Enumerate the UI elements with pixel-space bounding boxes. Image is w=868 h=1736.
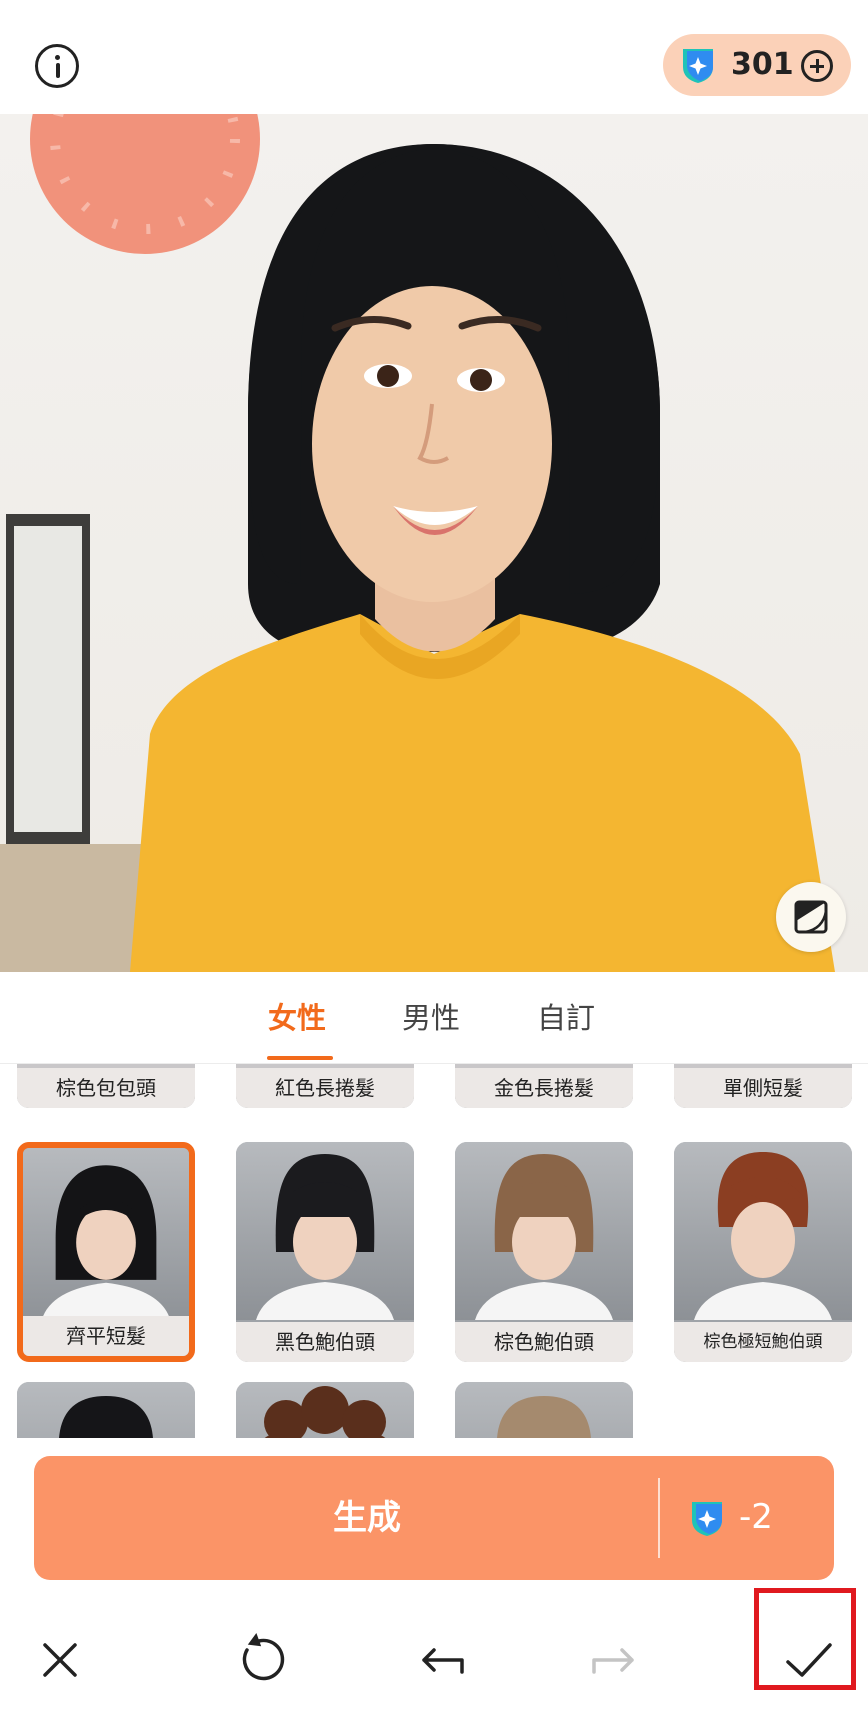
hairstyle-grid: 棕色包包頭 紅色長捲髮 金色長捲髮 單側短髮 齊平短髮 黑色鮑伯頭 棕色鮑伯頭 …: [0, 1064, 868, 1438]
hairstyle-label: 齊平短髮: [23, 1316, 189, 1356]
undo-icon[interactable]: [412, 1630, 472, 1690]
tab-male[interactable]: 男性: [402, 1000, 460, 1036]
tab-female[interactable]: 女性: [268, 1000, 326, 1036]
hairstyle-label: 單側短髮: [674, 1068, 852, 1108]
hairstyle-card[interactable]: 單側短髮: [674, 1064, 852, 1108]
plus-circle-icon[interactable]: [801, 50, 833, 82]
hairstyle-card[interactable]: [236, 1382, 414, 1438]
credits-pill[interactable]: 301: [663, 34, 851, 96]
reset-icon[interactable]: [229, 1630, 289, 1690]
confirm-highlight-box: [754, 1588, 856, 1690]
top-bar: 301: [0, 0, 868, 114]
gem-icon: [683, 49, 713, 83]
info-icon[interactable]: [35, 44, 79, 88]
divider: [658, 1478, 660, 1558]
gem-icon: [692, 1502, 722, 1536]
portrait-image: [0, 114, 835, 972]
hairstyle-label: 棕色鮑伯頭: [455, 1322, 633, 1362]
hairstyle-card[interactable]: 金色長捲髮: [455, 1064, 633, 1108]
generate-button[interactable]: 生成 -2: [34, 1456, 834, 1580]
compare-icon[interactable]: [776, 882, 846, 952]
hairstyle-card-selected[interactable]: 齊平短髮: [17, 1142, 195, 1362]
redo-icon[interactable]: [584, 1630, 644, 1690]
hairstyle-card[interactable]: 紅色長捲髮: [236, 1064, 414, 1108]
hairstyle-card[interactable]: 棕色包包頭: [17, 1064, 195, 1108]
bottom-toolbar: [0, 1590, 868, 1736]
hairstyle-label: 棕色極短鮑伯頭: [674, 1322, 852, 1362]
credits-count: 301: [731, 47, 794, 82]
hairstyle-label: 棕色包包頭: [17, 1068, 195, 1108]
generate-cost: -2: [739, 1497, 773, 1537]
close-icon[interactable]: [30, 1630, 90, 1690]
hairstyle-label: 金色長捲髮: [455, 1068, 633, 1108]
hairstyle-label: 黑色鮑伯頭: [236, 1322, 414, 1362]
hairstyle-card[interactable]: 黑色鮑伯頭: [236, 1142, 414, 1362]
hairstyle-card[interactable]: [17, 1382, 195, 1438]
hairstyle-card[interactable]: 棕色鮑伯頭: [455, 1142, 633, 1362]
hairstyle-label: 紅色長捲髮: [236, 1068, 414, 1108]
hairstyle-card[interactable]: [455, 1382, 633, 1438]
active-tab-indicator: [267, 1056, 333, 1060]
portrait-photo: [0, 114, 868, 972]
hairstyle-card[interactable]: 棕色極短鮑伯頭: [674, 1142, 852, 1362]
gender-tabs: 女性 男性 自訂: [0, 972, 868, 1064]
generate-label: 生成: [333, 1498, 401, 1538]
tab-custom[interactable]: 自訂: [537, 1000, 595, 1036]
